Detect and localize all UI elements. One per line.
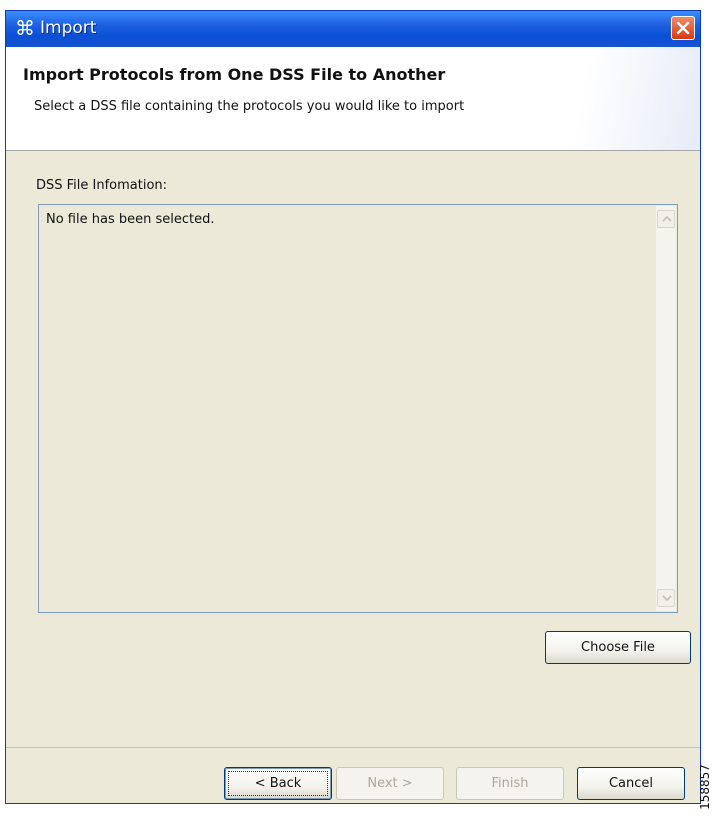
back-button[interactable]: < Back xyxy=(224,767,332,800)
close-icon xyxy=(676,21,690,35)
cancel-button[interactable]: Cancel xyxy=(577,767,685,800)
window-title: Import xyxy=(40,18,97,38)
scroll-up-button[interactable] xyxy=(657,210,675,228)
finish-button[interactable]: Finish xyxy=(456,767,564,800)
import-dialog: ⌘ Import Import Protocols from One DSS F… xyxy=(5,10,701,804)
vertical-scrollbar[interactable] xyxy=(656,206,676,611)
title-bar[interactable]: ⌘ Import xyxy=(6,11,700,47)
chevron-down-icon xyxy=(662,595,672,601)
footer-divider xyxy=(6,747,700,748)
next-button[interactable]: Next > xyxy=(336,767,444,800)
scroll-down-button[interactable] xyxy=(657,589,675,607)
close-button[interactable] xyxy=(671,16,695,40)
choose-file-button[interactable]: Choose File xyxy=(545,631,691,664)
dss-file-info-label: DSS File Infomation: xyxy=(36,178,168,193)
wizard-header: Import Protocols from One DSS File to An… xyxy=(6,47,700,151)
dss-file-info-textarea[interactable]: No file has been selected. xyxy=(38,204,678,613)
wizard-description: Select a DSS file containing the protoco… xyxy=(34,99,465,114)
figure-id: 158857 xyxy=(697,760,718,818)
back-button-label: < Back xyxy=(254,776,302,791)
figure-id-text: 158857 xyxy=(697,764,712,810)
wizard-title: Import Protocols from One DSS File to An… xyxy=(23,65,446,84)
app-icon: ⌘ xyxy=(15,16,35,40)
dss-file-info-text: No file has been selected. xyxy=(46,212,215,227)
chevron-up-icon xyxy=(662,216,672,222)
